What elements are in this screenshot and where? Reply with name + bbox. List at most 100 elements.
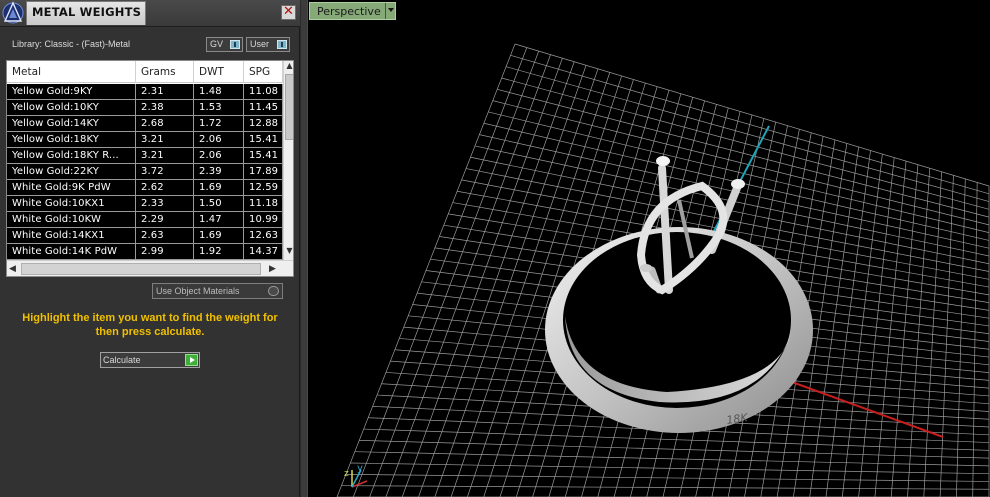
grams-cell: 2.33 bbox=[136, 196, 194, 211]
table-header: Metal Grams DWT SPG bbox=[7, 61, 283, 83]
toggle-indicator-icon bbox=[268, 286, 279, 296]
dwt-cell: 2.39 bbox=[194, 164, 244, 179]
user-dropdown[interactable]: User bbox=[246, 37, 290, 52]
metal-cell: White Gold:10KW bbox=[7, 212, 136, 227]
grams-cell: 3.72 bbox=[136, 164, 194, 179]
metal-cell: Yellow Gold:18KY bbox=[7, 132, 136, 147]
dwt-cell: 1.48 bbox=[194, 84, 244, 99]
table-row[interactable]: Yellow Gold:14KY 2.68 1.72 12.88 bbox=[7, 116, 283, 132]
grams-cell: 2.68 bbox=[136, 116, 194, 131]
metal-cell: Yellow Gold:22KY bbox=[7, 164, 136, 179]
table-row[interactable]: Yellow Gold:22KY 3.72 2.39 17.89 bbox=[7, 164, 283, 180]
horizontal-scrollbar[interactable]: ◀ ▶ bbox=[7, 260, 293, 276]
calculate-label: Calculate bbox=[103, 355, 141, 365]
grams-cell: 2.99 bbox=[136, 244, 194, 259]
grid-line bbox=[359, 440, 990, 459]
spg-cell: 11.45 bbox=[244, 100, 283, 115]
dwt-cell: 1.53 bbox=[194, 100, 244, 115]
gizmo-y-label: y bbox=[357, 463, 363, 474]
scrollbar-thumb[interactable] bbox=[21, 263, 261, 275]
dwt-cell: 1.72 bbox=[194, 116, 244, 131]
metal-cell: White Gold:9K PdW bbox=[7, 180, 136, 195]
table-row[interactable]: White Gold:9K PdW 2.62 1.69 12.59 bbox=[7, 180, 283, 196]
dropdown-arrow-icon bbox=[277, 40, 287, 49]
column-header-spg[interactable]: SPG bbox=[244, 61, 283, 83]
metal-cell: White Gold:14KX1 bbox=[7, 228, 136, 243]
spg-cell: 12.63 bbox=[244, 228, 283, 243]
grams-cell: 3.21 bbox=[136, 148, 194, 163]
grams-cell: 2.62 bbox=[136, 180, 194, 195]
scrollbar-thumb[interactable] bbox=[285, 74, 293, 140]
grams-cell: 3.21 bbox=[136, 132, 194, 147]
chevron-down-icon[interactable] bbox=[385, 3, 395, 19]
metal-table: Metal Grams DWT SPG Yellow Gold:9KY 2.31 1… bbox=[6, 60, 294, 277]
view-mode-label: Perspective bbox=[317, 5, 381, 18]
gv-dropdown-label: GV bbox=[210, 39, 224, 49]
dwt-cell: 1.50 bbox=[194, 196, 244, 211]
metal-cell: Yellow Gold:18KY R... bbox=[7, 148, 136, 163]
spg-cell: 15.41 bbox=[244, 132, 283, 147]
metal-cell: White Gold:10KX1 bbox=[7, 196, 136, 211]
metal-cell: Yellow Gold:9KY bbox=[7, 84, 136, 99]
scroll-right-icon[interactable]: ▶ bbox=[269, 264, 276, 274]
metal-weights-panel: METAL WEIGHTS ✕ Library: Classic - (Fast… bbox=[0, 0, 300, 497]
scroll-up-icon[interactable]: ▲ bbox=[284, 61, 293, 73]
column-header-metal[interactable]: Metal bbox=[7, 61, 136, 83]
user-dropdown-label: User bbox=[250, 39, 270, 49]
dwt-cell: 1.69 bbox=[194, 180, 244, 195]
calculate-button[interactable]: Calculate bbox=[100, 352, 200, 368]
grams-cell: 2.31 bbox=[136, 84, 194, 99]
dwt-cell: 1.69 bbox=[194, 228, 244, 243]
panel-titlebar: METAL WEIGHTS ✕ bbox=[0, 0, 300, 27]
instruction-text: Highlight the item you want to find the … bbox=[22, 312, 278, 338]
close-icon: ✕ bbox=[283, 4, 294, 19]
app-logo-icon bbox=[1, 0, 25, 26]
table-row[interactable]: Yellow Gold:18KY 3.21 2.06 15.41 bbox=[7, 132, 283, 148]
column-header-grams[interactable]: Grams bbox=[136, 61, 194, 83]
spg-cell: 17.89 bbox=[244, 164, 283, 179]
column-header-dwt[interactable]: DWT bbox=[194, 61, 244, 83]
use-object-materials-toggle[interactable]: Use Object Materials bbox=[152, 283, 283, 299]
panel-title: METAL WEIGHTS bbox=[32, 5, 142, 19]
gizmo-z-label: z bbox=[344, 469, 349, 479]
grid-line bbox=[354, 451, 990, 467]
axis-gizmo: z y bbox=[344, 463, 368, 488]
spg-cell: 15.41 bbox=[244, 148, 283, 163]
close-button[interactable]: ✕ bbox=[281, 5, 296, 20]
metal-cell: Yellow Gold:10KY bbox=[7, 100, 136, 115]
viewport-scene[interactable]: 18K z y bbox=[307, 0, 990, 497]
table-row[interactable]: Yellow Gold:18KY R... 3.21 2.06 15.41 bbox=[7, 148, 283, 164]
metal-cell: White Gold:14K PdW bbox=[7, 244, 136, 259]
spg-cell: 10.99 bbox=[244, 212, 283, 227]
scroll-down-icon[interactable]: ▼ bbox=[284, 246, 293, 258]
panel-title-tab: METAL WEIGHTS bbox=[26, 1, 146, 25]
table-row[interactable]: White Gold:14K PdW 2.99 1.92 14.37 bbox=[7, 244, 283, 260]
dropdown-arrow-icon bbox=[230, 40, 240, 49]
ring-engraving-text: 18K bbox=[726, 411, 750, 427]
spg-cell: 11.08 bbox=[244, 84, 283, 99]
view-mode-tab[interactable]: Perspective bbox=[309, 2, 396, 20]
grams-cell: 2.63 bbox=[136, 228, 194, 243]
table-row[interactable]: Yellow Gold:9KY 2.31 1.48 11.08 bbox=[7, 84, 283, 100]
spg-cell: 11.18 bbox=[244, 196, 283, 211]
dwt-cell: 2.06 bbox=[194, 148, 244, 163]
use-object-materials-label: Use Object Materials bbox=[156, 286, 240, 296]
spg-cell: 12.88 bbox=[244, 116, 283, 131]
play-arrow-icon bbox=[185, 354, 198, 366]
table-row[interactable]: White Gold:10KW 2.29 1.47 10.99 bbox=[7, 212, 283, 228]
dwt-cell: 2.06 bbox=[194, 132, 244, 147]
library-label: Library: Classic - (Fast)-Metal bbox=[12, 39, 131, 49]
dwt-cell: 1.92 bbox=[194, 244, 244, 259]
grams-cell: 2.29 bbox=[136, 212, 194, 227]
table-row[interactable]: White Gold:10KX1 2.33 1.50 11.18 bbox=[7, 196, 283, 212]
vertical-scrollbar[interactable]: ▲ ▼ bbox=[283, 61, 293, 260]
scroll-left-icon[interactable]: ◀ bbox=[9, 264, 16, 274]
gv-dropdown[interactable]: GV bbox=[206, 37, 243, 52]
spg-cell: 14.37 bbox=[244, 244, 283, 259]
metal-cell: Yellow Gold:14KY bbox=[7, 116, 136, 131]
dwt-cell: 1.47 bbox=[194, 212, 244, 227]
grams-cell: 2.38 bbox=[136, 100, 194, 115]
table-row[interactable]: White Gold:14KX1 2.63 1.69 12.63 bbox=[7, 228, 283, 244]
table-row[interactable]: Yellow Gold:10KY 2.38 1.53 11.45 bbox=[7, 100, 283, 116]
spg-cell: 12.59 bbox=[244, 180, 283, 195]
